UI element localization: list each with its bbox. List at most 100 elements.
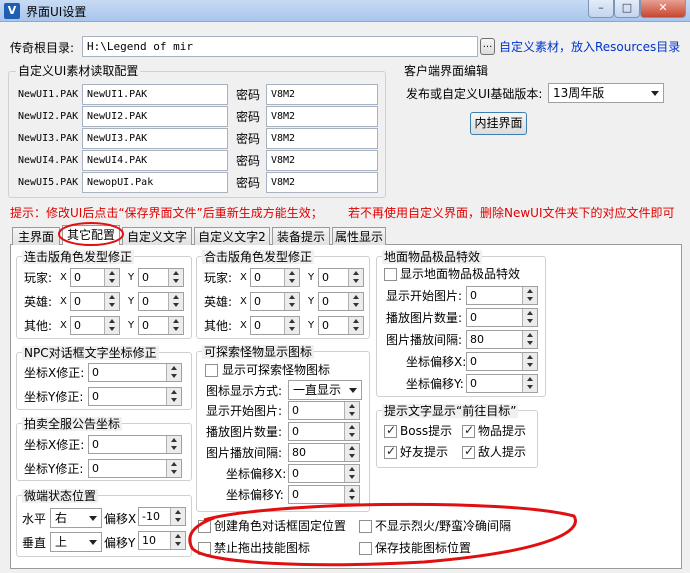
ground-spinner[interactable]: 0 — [466, 374, 538, 393]
auction-spinner[interactable]: 0 — [88, 459, 182, 478]
spin-arrows-icon[interactable] — [170, 508, 185, 525]
auction-row-label: 坐标X修正: — [24, 438, 85, 452]
tab-5[interactable]: 装备提示 — [272, 227, 330, 245]
spin-arrows-icon[interactable] — [104, 293, 119, 310]
spin-arrows-icon[interactable] — [348, 293, 363, 310]
micro-v-off-spinner[interactable]: 10 — [138, 531, 186, 550]
spin-arrows-icon[interactable] — [522, 331, 537, 348]
hair-he-y-spinner[interactable]: 0 — [318, 316, 364, 335]
hair-he-x-spinner-value: 0 — [254, 295, 261, 308]
tab-1[interactable]: 主界面 — [12, 227, 60, 245]
password-label: 密码 — [236, 110, 261, 124]
micro-title: 微端状态位置 — [22, 489, 99, 503]
hair-lian-y-spinner[interactable]: 0 — [138, 268, 184, 287]
hint-checkbox[interactable] — [462, 423, 475, 438]
hair-lian-y-spinner[interactable]: 0 — [138, 292, 184, 311]
browse-button[interactable]: ... — [480, 38, 495, 55]
spin-arrows-icon[interactable] — [522, 353, 537, 370]
hair-he-y-spinner-value: 0 — [322, 295, 329, 308]
spin-arrows-icon[interactable] — [104, 269, 119, 286]
hair-he-x-spinner[interactable]: 0 — [250, 292, 300, 311]
hair-lian-x-spinner[interactable]: 0 — [70, 292, 120, 311]
monster-spinner[interactable]: 0 — [288, 401, 360, 420]
root-dir-input[interactable]: H:\Legend of mir — [82, 36, 478, 57]
npc-spinner[interactable]: 0 — [88, 387, 182, 406]
close-button[interactable]: ✕ — [640, 0, 686, 18]
spin-arrows-icon[interactable] — [344, 402, 359, 419]
micro-h-off-spinner[interactable]: -10 — [138, 507, 186, 526]
monster-spinner[interactable]: 0 — [288, 464, 360, 483]
hair-he-y-spinner[interactable]: 0 — [318, 292, 364, 311]
micro-v-select[interactable]: 上 — [50, 532, 102, 552]
pak-file-input[interactable]: NewopUI.Pak — [82, 172, 228, 193]
inline-ui-button[interactable]: 内挂界面 — [470, 112, 527, 135]
hint-title: 提示文字显示“前往目标” — [382, 404, 519, 418]
password-input[interactable]: V8M2 — [266, 128, 378, 149]
spin-arrows-icon[interactable] — [168, 317, 183, 334]
hint-checkbox[interactable] — [384, 423, 397, 438]
spin-arrows-icon[interactable] — [166, 460, 181, 477]
monster-row-label: 播放图片数量: — [206, 425, 283, 439]
pak-file-input[interactable]: NewUI1.PAK — [82, 84, 228, 105]
spin-arrows-icon[interactable] — [344, 423, 359, 440]
ground-spinner[interactable]: 0 — [466, 308, 538, 327]
micro-h-value: 右 — [55, 511, 68, 525]
hair-lian-title: 连击版角色发型修正 — [22, 250, 135, 264]
hair-lian-y-spinner[interactable]: 0 — [138, 316, 184, 335]
spin-arrows-icon[interactable] — [522, 309, 537, 326]
pak-name-label: NewUI2.PAK — [18, 111, 79, 122]
ground-row-label: 显示开始图片: — [386, 289, 463, 303]
password-input[interactable]: V8M2 — [266, 172, 378, 193]
tab-3[interactable]: 自定义文字 — [122, 227, 192, 245]
spin-arrows-icon[interactable] — [344, 465, 359, 482]
hint-checkbox[interactable] — [462, 444, 475, 459]
password-input[interactable]: V8M2 — [266, 150, 378, 171]
spin-arrows-icon[interactable] — [344, 444, 359, 461]
pak-file-input[interactable]: NewUI4.PAK — [82, 150, 228, 171]
spin-arrows-icon[interactable] — [168, 293, 183, 310]
auction-spinner[interactable]: 0 — [88, 435, 182, 454]
monster-mode-select[interactable]: 一直显示 — [288, 380, 362, 400]
hair-lian-x-spinner[interactable]: 0 — [70, 316, 120, 335]
spin-arrows-icon[interactable] — [104, 317, 119, 334]
hint-group — [376, 410, 538, 468]
npc-spinner[interactable]: 0 — [88, 363, 182, 382]
spin-arrows-icon[interactable] — [170, 532, 185, 549]
ground-row-label: 坐标偏移X: — [406, 355, 467, 369]
spin-arrows-icon[interactable] — [166, 388, 181, 405]
hair-he-y-spinner-value: 0 — [322, 319, 329, 332]
spin-arrows-icon[interactable] — [166, 364, 181, 381]
monster-spinner[interactable]: 80 — [288, 443, 360, 462]
spin-arrows-icon[interactable] — [348, 317, 363, 334]
ground-spinner[interactable]: 0 — [466, 286, 538, 305]
spin-arrows-icon[interactable] — [166, 436, 181, 453]
tab-6[interactable]: 属性显示 — [332, 227, 386, 245]
spin-arrows-icon[interactable] — [168, 269, 183, 286]
hair-he-row-label: 其他: — [204, 319, 233, 333]
hair-lian-x-spinner[interactable]: 0 — [70, 268, 120, 287]
ground-spinner[interactable]: 80 — [466, 330, 538, 349]
ground-spinner[interactable]: 0 — [466, 352, 538, 371]
spin-arrows-icon[interactable] — [284, 317, 299, 334]
spin-arrows-icon[interactable] — [284, 269, 299, 286]
hair-he-y-spinner[interactable]: 0 — [318, 268, 364, 287]
spin-arrows-icon[interactable] — [348, 269, 363, 286]
ground-effect-checkbox[interactable] — [384, 268, 397, 281]
spin-arrows-icon[interactable] — [522, 287, 537, 304]
hair-he-x-spinner[interactable]: 0 — [250, 268, 300, 287]
minimize-button[interactable]: – — [588, 0, 614, 18]
tab-4[interactable]: 自定义文字2 — [194, 227, 270, 245]
hint-checkbox[interactable] — [384, 444, 397, 459]
password-input[interactable]: V8M2 — [266, 84, 378, 105]
monster-spinner[interactable]: 0 — [288, 422, 360, 441]
version-select[interactable]: 13周年版 — [548, 83, 664, 103]
password-input[interactable]: V8M2 — [266, 106, 378, 127]
monster-icon-checkbox[interactable] — [205, 364, 218, 377]
spin-arrows-icon[interactable] — [522, 375, 537, 392]
hair-he-x-spinner[interactable]: 0 — [250, 316, 300, 335]
micro-h-select[interactable]: 右 — [50, 508, 102, 528]
pak-file-input[interactable]: NewUI3.PAK — [82, 128, 228, 149]
spin-arrows-icon[interactable] — [284, 293, 299, 310]
pak-file-input[interactable]: NewUI2.PAK — [82, 106, 228, 127]
maximize-button[interactable]: □ — [614, 0, 640, 18]
